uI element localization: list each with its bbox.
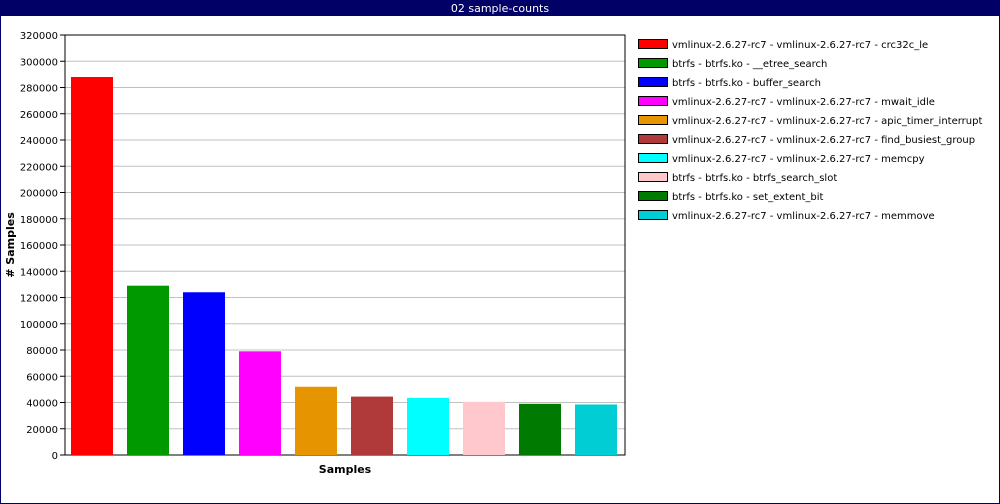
y-tick-label: 240000 <box>20 136 58 147</box>
bar <box>127 285 169 455</box>
legend-item: vmlinux-2.6.27-rc7 - vmlinux-2.6.27-rc7 … <box>638 134 975 146</box>
legend-item: vmlinux-2.6.27-rc7 - vmlinux-2.6.27-rc7 … <box>638 153 925 165</box>
y-tick-label: 20000 <box>26 425 58 436</box>
legend-swatch <box>638 172 668 182</box>
legend-label: btrfs - btrfs.ko - btrfs_search_slot <box>672 173 837 184</box>
bars <box>71 77 617 455</box>
y-tick-label: 180000 <box>20 215 58 226</box>
bar <box>71 77 113 455</box>
legend-label: vmlinux-2.6.27-rc7 - vmlinux-2.6.27-rc7 … <box>672 211 935 222</box>
legend-swatch <box>638 115 668 125</box>
bar <box>239 351 281 455</box>
legend-swatch <box>638 134 668 144</box>
y-tick-label: 220000 <box>20 162 58 173</box>
y-tick-label: 80000 <box>26 346 58 357</box>
bar <box>407 397 449 455</box>
legend-item: vmlinux-2.6.27-rc7 - vmlinux-2.6.27-rc7 … <box>638 210 935 222</box>
legend-item: vmlinux-2.6.27-rc7 - vmlinux-2.6.27-rc7 … <box>638 115 982 127</box>
legend-item: btrfs - btrfs.ko - btrfs_search_slot <box>638 172 837 184</box>
legend-swatch <box>638 39 668 49</box>
legend-label: btrfs - btrfs.ko - __etree_search <box>672 59 827 70</box>
legend-swatch <box>638 191 668 201</box>
y-tick-label: 320000 <box>20 31 58 42</box>
y-tick-label: 140000 <box>20 267 58 278</box>
legend-label: vmlinux-2.6.27-rc7 - vmlinux-2.6.27-rc7 … <box>672 116 982 127</box>
bar <box>519 403 561 455</box>
legend-swatch <box>638 153 668 163</box>
y-tick-label: 260000 <box>20 110 58 121</box>
bar-chart: 0 20000 40000 60000 80000 100000 120000 140000 1… <box>4 31 982 476</box>
legend-item: vmlinux-2.6.27-rc7 - vmlinux-2.6.27-rc7 … <box>638 39 928 51</box>
legend-item: btrfs - btrfs.ko - set_extent_bit <box>638 191 824 203</box>
y-tick-label: 40000 <box>26 399 58 410</box>
y-tick-label: 300000 <box>20 57 58 68</box>
legend-label: btrfs - btrfs.ko - buffer_search <box>672 78 821 89</box>
y-tick-label: 280000 <box>20 84 58 95</box>
bar <box>351 396 393 455</box>
legend-item: btrfs - btrfs.ko - buffer_search <box>638 77 821 89</box>
y-tick-label: 160000 <box>20 241 58 252</box>
legend-item: vmlinux-2.6.27-rc7 - vmlinux-2.6.27-rc7 … <box>638 96 935 108</box>
legend: vmlinux-2.6.27-rc7 - vmlinux-2.6.27-rc7 … <box>638 39 982 222</box>
y-axis-label: # Samples <box>4 212 17 278</box>
y-tick-label: 60000 <box>26 372 58 383</box>
legend-swatch <box>638 58 668 68</box>
y-tick-label: 100000 <box>20 320 58 331</box>
bar <box>575 404 617 455</box>
y-axis: 0 20000 40000 60000 80000 100000 120000 140000 1… <box>20 31 65 462</box>
bar <box>295 386 337 455</box>
bar <box>463 401 505 455</box>
y-tick-label: 0 <box>52 451 58 462</box>
legend-label: vmlinux-2.6.27-rc7 - vmlinux-2.6.27-rc7 … <box>672 97 935 108</box>
y-tick-label: 200000 <box>20 189 58 200</box>
bar <box>183 292 225 455</box>
legend-label: vmlinux-2.6.27-rc7 - vmlinux-2.6.27-rc7 … <box>672 154 925 165</box>
legend-swatch <box>638 96 668 106</box>
legend-label: btrfs - btrfs.ko - set_extent_bit <box>672 192 824 203</box>
legend-item: btrfs - btrfs.ko - __etree_search <box>638 58 827 70</box>
legend-swatch <box>638 210 668 220</box>
legend-label: vmlinux-2.6.27-rc7 - vmlinux-2.6.27-rc7 … <box>672 40 928 51</box>
legend-label: vmlinux-2.6.27-rc7 - vmlinux-2.6.27-rc7 … <box>672 135 975 146</box>
y-tick-label: 120000 <box>20 294 58 305</box>
legend-swatch <box>638 77 668 87</box>
x-axis-label: Samples <box>319 463 372 476</box>
